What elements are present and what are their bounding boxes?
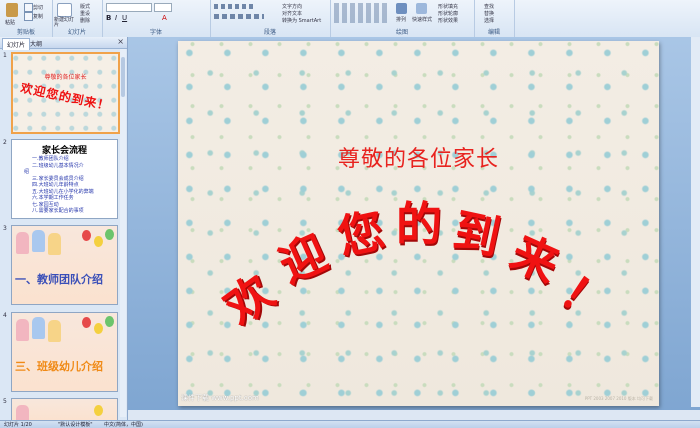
copy-icon[interactable] — [24, 12, 33, 21]
editor-horizontal-scrollbar[interactable] — [128, 410, 700, 420]
balloon-icon — [82, 230, 91, 241]
slide-number: 3 — [3, 225, 7, 232]
slide-thumbnail-4[interactable]: 三、班级幼儿介绍 — [11, 312, 118, 392]
paste-icon[interactable] — [6, 3, 18, 17]
layout-button[interactable]: 版式 — [80, 3, 90, 10]
child-illustration — [32, 317, 45, 339]
slide-thumbnail-5[interactable] — [11, 398, 118, 422]
arrange-button[interactable]: 排列 — [396, 16, 406, 23]
title-char: 到 — [448, 202, 506, 266]
clipboard-group-label: 剪贴板 — [16, 29, 35, 36]
font-color-icon[interactable]: A — [162, 14, 167, 22]
smartart-button[interactable]: 转换为 SmartArt — [282, 17, 321, 24]
fine-print: PPT 2003 2007 2010 版本 均可下载 — [584, 396, 653, 401]
balloon-icon — [94, 236, 103, 247]
slide-thumbnail-1[interactable]: 尊敬的各位家长 欢迎您的到来！ — [11, 52, 120, 134]
child-illustration — [32, 230, 45, 252]
paragraph-group-label: 段落 — [263, 29, 276, 36]
slide-thumbnail-3[interactable]: 一、教师团队介绍 — [11, 225, 118, 305]
font-name-box[interactable] — [106, 3, 152, 12]
tab-outline[interactable]: 大纲 — [26, 38, 46, 49]
bold-icon[interactable]: B — [106, 14, 111, 22]
shape-fill-button[interactable]: 形状填充 — [438, 3, 458, 10]
slide-number: 4 — [3, 312, 7, 319]
slide-editing-area: 尊敬的各位家长 欢 迎 您 的 到 来 ！ 课件下载 www.ppt.com P… — [128, 37, 700, 420]
child-illustration — [48, 233, 61, 255]
cut-button[interactable]: 剪切 — [33, 4, 43, 11]
thumb-line: 八.需要家长配合的事项 — [32, 208, 84, 214]
slide-number: 1 — [3, 52, 7, 59]
slide-number: 5 — [3, 398, 7, 405]
editing-group: 查找 替换 选择 编辑 — [474, 0, 515, 37]
balloon-icon — [105, 229, 114, 240]
balloon-icon — [82, 317, 91, 328]
font-group: B I U A 字体 — [102, 0, 211, 37]
title-char: 欢 — [214, 264, 284, 336]
balloon-icon — [94, 405, 103, 416]
arrange-icon[interactable] — [396, 3, 407, 14]
slides-group: 新建幻灯片 版式 重设 删除 幻灯片 — [52, 0, 103, 37]
balloon-icon — [105, 316, 114, 327]
title-char: 来 — [503, 224, 567, 294]
copy-button[interactable]: 复制 — [33, 13, 43, 20]
slides-group-label: 幻灯片 — [67, 29, 86, 36]
editing-group-label: 编辑 — [487, 29, 500, 36]
title-char: 的 — [396, 197, 442, 251]
thumb-heading: 家长会流程 — [41, 146, 87, 156]
replace-button[interactable]: 替换 — [484, 10, 494, 17]
paste-button[interactable]: 粘贴 — [5, 19, 15, 26]
slide-subtitle[interactable]: 尊敬的各位家长 — [178, 141, 659, 173]
font-group-label: 字体 — [149, 29, 162, 36]
child-illustration — [16, 319, 29, 341]
thumb-label: 三、班级幼儿介绍 — [15, 360, 103, 373]
select-button[interactable]: 选择 — [484, 17, 494, 24]
drawing-group-label: 绘图 — [395, 29, 408, 36]
clipboard-group: 粘贴 剪切 复制 剪贴板 — [0, 0, 53, 37]
slide-thumbnail-2[interactable]: 家长会流程 一.教师团队介绍 二.班级幼儿基本情况介 绍 三.家长委员会成员介绍… — [11, 139, 118, 219]
align-icons[interactable] — [214, 14, 264, 19]
title-char: ！ — [550, 264, 620, 336]
panel-tabs: 幻灯片 大纲 × — [0, 37, 127, 50]
italic-icon[interactable]: I — [115, 14, 117, 22]
font-size-box[interactable] — [154, 3, 172, 12]
balloon-icon — [94, 323, 103, 334]
ribbon: 粘贴 剪切 复制 剪贴板 新建幻灯片 版式 重设 删除 幻灯片 B I U A … — [0, 0, 700, 38]
slide-number: 2 — [3, 139, 7, 146]
drawing-group: 排列 快速样式 形状填充 形状轮廓 形状效果 绘图 — [330, 0, 475, 37]
shape-outline-button[interactable]: 形状轮廓 — [438, 10, 458, 17]
title-char: 您 — [332, 202, 390, 266]
child-illustration — [16, 232, 29, 254]
quick-styles-button[interactable]: 快速样式 — [412, 16, 432, 23]
new-slide-icon[interactable] — [57, 3, 72, 17]
close-icon[interactable]: × — [117, 37, 124, 46]
child-illustration — [48, 320, 61, 342]
cut-icon[interactable] — [24, 3, 33, 12]
find-button[interactable]: 查找 — [484, 3, 494, 10]
delete-button[interactable]: 删除 — [80, 17, 90, 24]
underline-icon[interactable]: U — [122, 14, 127, 22]
current-slide[interactable]: 尊敬的各位家长 欢 迎 您 的 到 来 ！ 课件下载 www.ppt.com P… — [178, 41, 659, 406]
shape-effects-button[interactable]: 形状效果 — [438, 17, 458, 24]
shapes-gallery[interactable] — [334, 3, 388, 23]
quick-styles-icon[interactable] — [416, 3, 427, 14]
scrollbar-thumb[interactable] — [121, 57, 125, 97]
paragraph-group: 文字方向 对齐文本 转换为 SmartArt 段落 — [210, 0, 331, 37]
thumb-title: 欢迎您的到来！ — [19, 80, 112, 114]
text-direction-button[interactable]: 文字方向 — [282, 3, 302, 10]
editor-vertical-scrollbar[interactable] — [691, 37, 700, 407]
panel-scrollbar[interactable] — [120, 49, 126, 417]
reset-button[interactable]: 重设 — [80, 10, 90, 17]
list-icons[interactable] — [214, 4, 254, 9]
thumb-label: 一、教师团队介绍 — [15, 273, 103, 286]
title-char: 迎 — [271, 224, 335, 294]
watermark-text: 课件下载 www.ppt.com — [181, 394, 259, 402]
align-text-button[interactable]: 对齐文本 — [282, 10, 302, 17]
slides-panel: 幻灯片 大纲 × 1 尊敬的各位家长 欢迎您的到来！ 2 家长会流程 一.教师团… — [0, 37, 128, 422]
